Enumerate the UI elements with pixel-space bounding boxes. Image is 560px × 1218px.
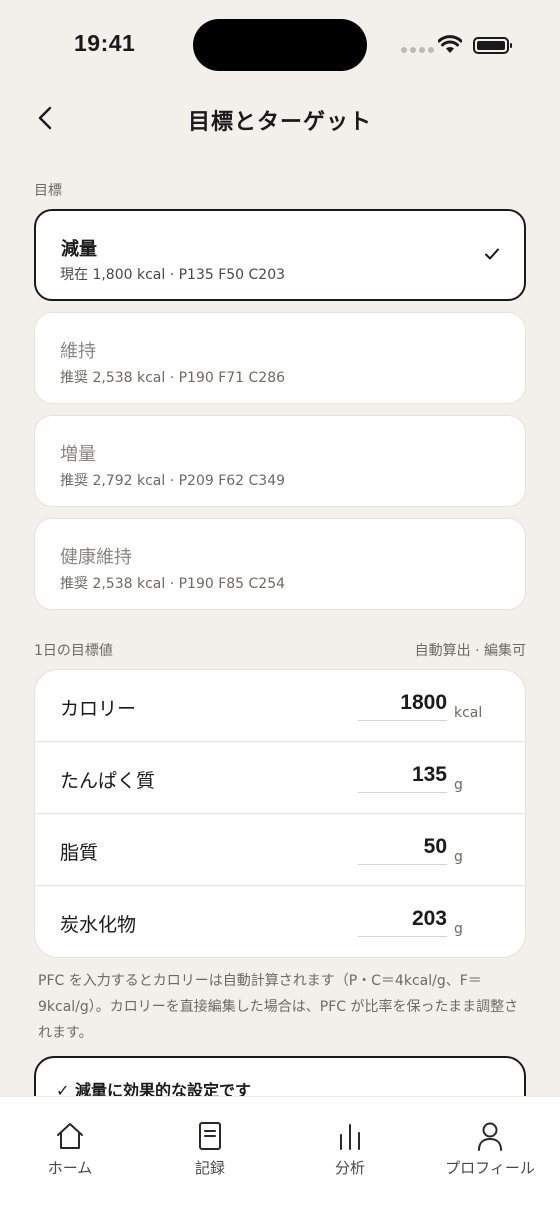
tab-label: 記録 [194,1159,225,1177]
goal-detail: 推奨 2,792 kcal · P209 F62 C349 [60,473,286,489]
target-row-calories: カロリー 1800 kcal [35,670,525,742]
target-label: 脂質 [60,842,99,864]
page-title: 目標とターゲット [187,110,372,135]
target-unit: g [454,777,463,793]
wifi-icon [438,35,462,53]
target-label: たんぱく質 [60,770,156,792]
target-row-protein: たんぱく質 135 g [35,742,525,814]
target-label: 炭水化物 [60,914,137,936]
battery-icon [473,37,512,54]
carbs-input[interactable]: 203 [358,903,447,937]
fat-input[interactable]: 50 [358,831,447,865]
targets-card: カロリー 1800 kcal たんぱく質 135 g 脂質 50 g 炭水化物 … [34,669,526,958]
tab-home[interactable]: ホーム [0,1119,140,1178]
target-unit: g [454,849,463,865]
tab-label: 分析 [334,1159,365,1177]
goal-name: 健康維持 [60,547,132,568]
goal-option-bulk[interactable]: 増量 推奨 2,792 kcal · P209 F62 C349 [34,415,526,507]
tab-records[interactable]: 記録 [140,1119,280,1178]
target-label: カロリー [60,698,137,720]
goal-section-label: 目標 [34,183,62,199]
status-bar: 19:41 [0,0,560,90]
tab-profile[interactable]: プロフィール [420,1119,560,1178]
pfc-explanation-note: PFC を入力するとカロリーは自動計算されます（P・C＝4kcal/g、F＝9k… [38,973,519,1041]
goal-option-maintain[interactable]: 維持 推奨 2,538 kcal · P190 F71 C286 [34,312,526,404]
home-icon [57,1123,83,1149]
cellular-signal-icon [401,47,434,53]
goal-option-health-maintenance[interactable]: 健康維持 推奨 2,538 kcal · P190 F85 C254 [34,518,526,610]
tab-label: ホーム [47,1159,93,1177]
goal-name: 維持 [60,341,96,362]
back-chevron-icon[interactable] [30,102,62,134]
targets-section-label: 1日の目標値 [34,643,113,659]
goal-name: 減量 [61,239,97,260]
goal-detail: 推奨 2,538 kcal · P190 F85 C254 [60,576,286,592]
target-row-carbs: 炭水化物 203 g [35,886,525,957]
goal-detail: 現在 1,800 kcal · P135 F50 C203 [60,267,286,283]
document-icon [199,1122,221,1150]
goal-option-weight-loss[interactable]: 減量 現在 1,800 kcal · P135 F50 C203 [34,209,526,301]
targets-hint: 自動算出 · 編集可 [414,643,526,659]
goal-detail: 推奨 2,538 kcal · P190 F71 C286 [60,370,286,386]
tab-label: プロフィール [445,1159,535,1177]
target-row-fat: 脂質 50 g [35,814,525,886]
protein-input[interactable]: 135 [358,759,447,793]
goal-name: 増量 [60,444,96,465]
dynamic-island [193,19,367,71]
bar-chart-icon [340,1124,360,1150]
checkmark-icon [485,248,499,260]
status-time: 19:41 [74,30,136,56]
person-icon [478,1122,502,1151]
nav-header: 目標とターゲット [0,90,560,146]
target-unit: g [454,921,463,937]
tab-bar: ホーム 記録 分析 プロフィール [0,1096,560,1218]
calories-input[interactable]: 1800 [358,687,447,721]
tab-analysis[interactable]: 分析 [280,1119,420,1178]
target-unit: kcal [454,705,483,721]
